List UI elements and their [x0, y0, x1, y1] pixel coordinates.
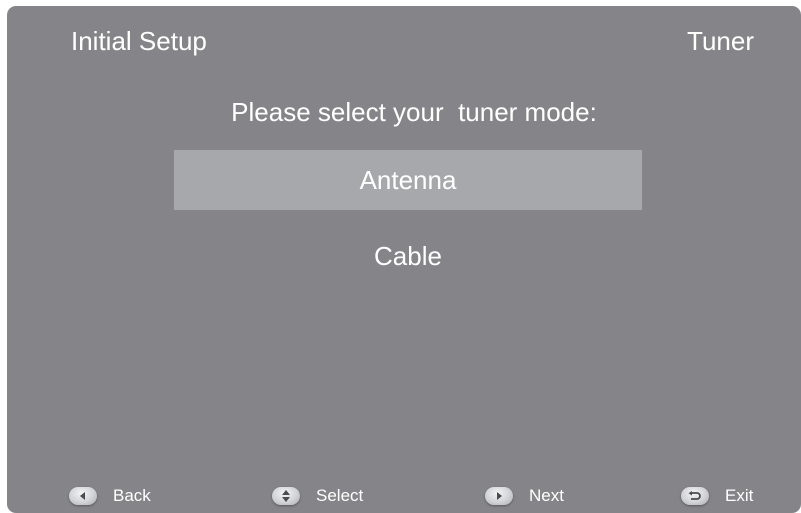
tuner-mode-prompt: Please select your tuner mode: [231, 97, 597, 127]
select-button[interactable]: Select [272, 484, 363, 508]
tuner-setup-screen: Initial Setup Tuner Please select your t… [7, 6, 801, 513]
option-antenna[interactable]: Antenna [174, 150, 642, 210]
next-button[interactable]: Next [485, 484, 564, 508]
back-label: Back [113, 486, 151, 505]
left-arrow-button-icon [69, 487, 97, 505]
option-cable[interactable]: Cable [174, 226, 642, 286]
exit-label: Exit [725, 486, 754, 505]
back-button[interactable]: Back [69, 484, 151, 508]
next-label: Next [529, 486, 564, 505]
up-down-arrow-button-icon [272, 487, 300, 505]
return-arrow-button-icon [681, 487, 709, 505]
select-label: Select [316, 486, 364, 505]
option-cable-label: Cable [374, 241, 442, 271]
page-title: Initial Setup [71, 26, 207, 56]
right-arrow-button-icon [485, 487, 513, 505]
exit-button[interactable]: Exit [681, 484, 753, 508]
section-title: Tuner [687, 26, 754, 56]
option-antenna-label: Antenna [359, 165, 457, 195]
footer-hints: Back Select Next Exit [7, 484, 801, 508]
